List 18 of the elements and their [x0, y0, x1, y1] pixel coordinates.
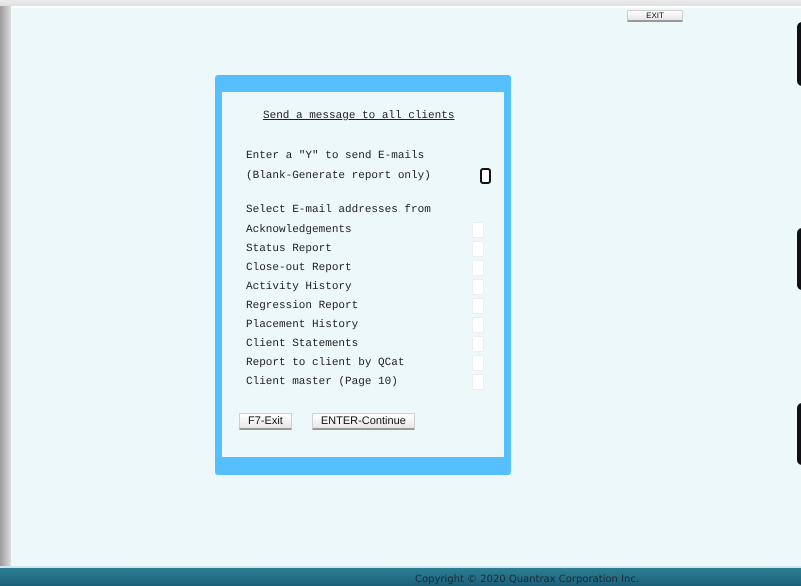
exit-button[interactable]: EXIT	[627, 10, 683, 22]
option-label: Status Report	[246, 242, 332, 254]
option-label: Close-out Report	[246, 262, 352, 274]
exit-button[interactable]: F7-Exit	[239, 413, 292, 430]
continue-button[interactable]: ENTER-Continue	[312, 413, 415, 430]
prompt-text: (Blank-Generate report only)	[246, 170, 431, 182]
option-label: Client Statements	[246, 338, 358, 350]
dialog-title: Send a message to all clients	[263, 110, 456, 122]
option-label: Activity History	[246, 280, 352, 292]
option-label: Regression Report	[246, 300, 358, 312]
option-label: Client master (Page 10)	[246, 376, 398, 388]
copyright-text: Copyright © 2020 Quantrax Corporation Inc.	[415, 573, 639, 586]
input-field[interactable]	[480, 168, 491, 184]
prompt-text: Enter a "Y" to send E-mails	[246, 150, 424, 162]
section-label: Select E-mail addresses from	[246, 204, 431, 216]
option-label: Acknowledgements	[246, 224, 352, 236]
option-label: Placement History	[246, 318, 358, 330]
option-label: Report to client by QCat	[246, 356, 404, 368]
